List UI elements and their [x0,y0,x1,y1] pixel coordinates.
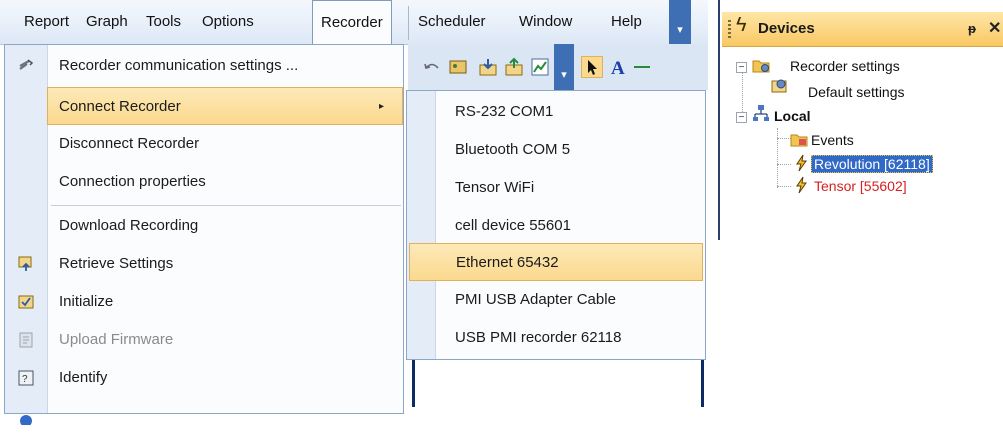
svg-text:A: A [611,58,625,77]
panel-title: Devices [758,20,815,37]
collapse-toggle-icon[interactable]: − [736,112,747,123]
default-settings-icon [771,79,787,93]
menu-item-partial[interactable] [5,397,403,435]
menu-report[interactable]: Report [24,0,69,44]
tree-line [777,128,778,188]
settings-folder-icon [752,60,770,73]
tree-node-events[interactable]: Events [811,132,854,148]
menu-tools[interactable]: Tools [146,0,181,44]
tree-node-local[interactable]: Local [774,108,811,124]
tree-line [777,138,791,139]
menu-graph[interactable]: Graph [86,0,128,44]
menu-item-label: Upload Firmware [59,331,174,348]
menu-item-label: Identify [59,369,108,386]
toolbar: ▾ A [408,44,708,91]
panel-grip-icon[interactable] [728,20,731,40]
undo-icon[interactable] [422,57,442,77]
devices-panel: ϟ Devices ᵽ ✕ − Recorder settings Defaul… [722,0,1003,240]
retrieve-icon [18,256,32,271]
identify-icon: ? [18,370,34,386]
close-icon[interactable]: ✕ [988,12,1001,46]
menu-item-connect-recorder[interactable]: Connect Recorder ▸ [47,87,403,125]
svg-text:?: ? [22,374,28,385]
tree-line [777,186,791,187]
wrench-icon [19,59,34,70]
tree-node-recorder-settings[interactable]: Recorder settings [790,58,900,74]
lightning-icon: ϟ [736,14,747,36]
connect-recorder-submenu: RS-232 COM1 Bluetooth COM 5 Tensor WiFi … [406,90,706,360]
submenu-item-cell-device[interactable]: cell device 55601 [407,207,705,245]
text-tool-icon[interactable]: A [608,57,628,77]
menu-item-label: Retrieve Settings [59,255,174,272]
menu-separator [408,6,409,40]
menu-separator [51,205,401,206]
partial-icon [20,415,32,425]
menu-item-label: Connection properties [59,173,206,190]
menu-window[interactable]: Window [519,0,572,44]
menu-recorder[interactable]: Recorder [312,0,392,44]
tree-node-default-settings[interactable]: Default settings [808,84,905,100]
devices-panel-header: ϟ Devices ᵽ ✕ [722,12,1003,47]
pointer-icon[interactable] [581,56,603,78]
events-folder-icon [790,134,808,147]
menu-item-download-recording[interactable]: Download Recording [5,207,403,245]
tree-node-tensor[interactable]: Tensor [55602] [814,178,907,194]
submenu-item-label: Tensor WiFi [455,179,535,196]
recorder-menu: Recorder communication settings ... Conn… [4,44,404,425]
menu-item-connection-properties[interactable]: Connection properties [5,163,403,201]
menu-item-upload-firmware[interactable]: Upload Firmware [5,321,403,359]
menu-item-label: Disconnect Recorder [59,135,200,152]
submenu-item-ethernet[interactable]: Ethernet 65432 [409,243,703,281]
submenu-item-label: cell device 55601 [455,217,571,234]
submenu-item-usb-pmi-recorder[interactable]: USB PMI recorder 62118 [407,319,705,357]
menu-item-label: Recorder communication settings ... [59,57,299,74]
menu-item-label: Connect Recorder [59,98,181,115]
network-icon [753,105,769,121]
pin-icon[interactable]: ᵽ [968,12,976,46]
submenu-item-label: PMI USB Adapter Cable [455,291,616,308]
menu-item-label: Initialize [59,293,114,310]
recorder-lightning-icon [796,176,807,194]
export-icon[interactable] [504,57,524,77]
tree-node-revolution[interactable]: Revolution [62118] [811,155,933,173]
menu-options[interactable]: Options [202,0,254,44]
submenu-item-pmi-usb-adapter[interactable]: PMI USB Adapter Cable [407,281,705,319]
submenu-item-label: USB PMI recorder 62118 [455,329,622,346]
submenu-arrow-icon: ▸ [378,101,384,112]
submenu-item-bluetooth[interactable]: Bluetooth COM 5 [407,131,705,169]
initialize-icon [18,295,34,309]
upload-icon [19,332,33,348]
menu-scheduler[interactable]: Scheduler [418,0,486,44]
collapse-toggle-icon[interactable]: − [736,62,747,73]
line-tool-icon[interactable] [632,57,652,77]
menu-item-communication-settings[interactable]: Recorder communication settings ... [5,47,403,85]
submenu-item-label: Ethernet 65432 [456,254,559,271]
menu-help[interactable]: Help [611,0,642,44]
menu-item-initialize[interactable]: Initialize [5,283,403,321]
panel-divider[interactable] [718,0,720,240]
submenu-item-tensor-wifi[interactable]: Tensor WiFi [407,169,705,207]
menu-item-retrieve-settings[interactable]: Retrieve Settings [5,245,403,283]
toolbar-overflow-icon[interactable]: ▾ [554,44,574,90]
submenu-item-label: Bluetooth COM 5 [455,141,571,158]
import-icon[interactable] [478,57,498,77]
tree-line [777,164,791,165]
menu-item-identify[interactable]: ? Identify [5,359,403,397]
menubar-overflow-icon[interactable]: ▾ [669,0,691,44]
submenu-item-rs232[interactable]: RS-232 COM1 [407,93,705,131]
menu-item-disconnect-recorder[interactable]: Disconnect Recorder [5,125,403,163]
image-icon[interactable] [448,57,468,77]
chart-icon[interactable] [530,57,550,77]
menu-item-label: Download Recording [59,217,199,234]
submenu-item-label: RS-232 COM1 [455,103,554,120]
main-menu-bar: Report Graph Tools Options Recorder Sche… [0,0,708,45]
recorder-lightning-icon [796,154,807,172]
